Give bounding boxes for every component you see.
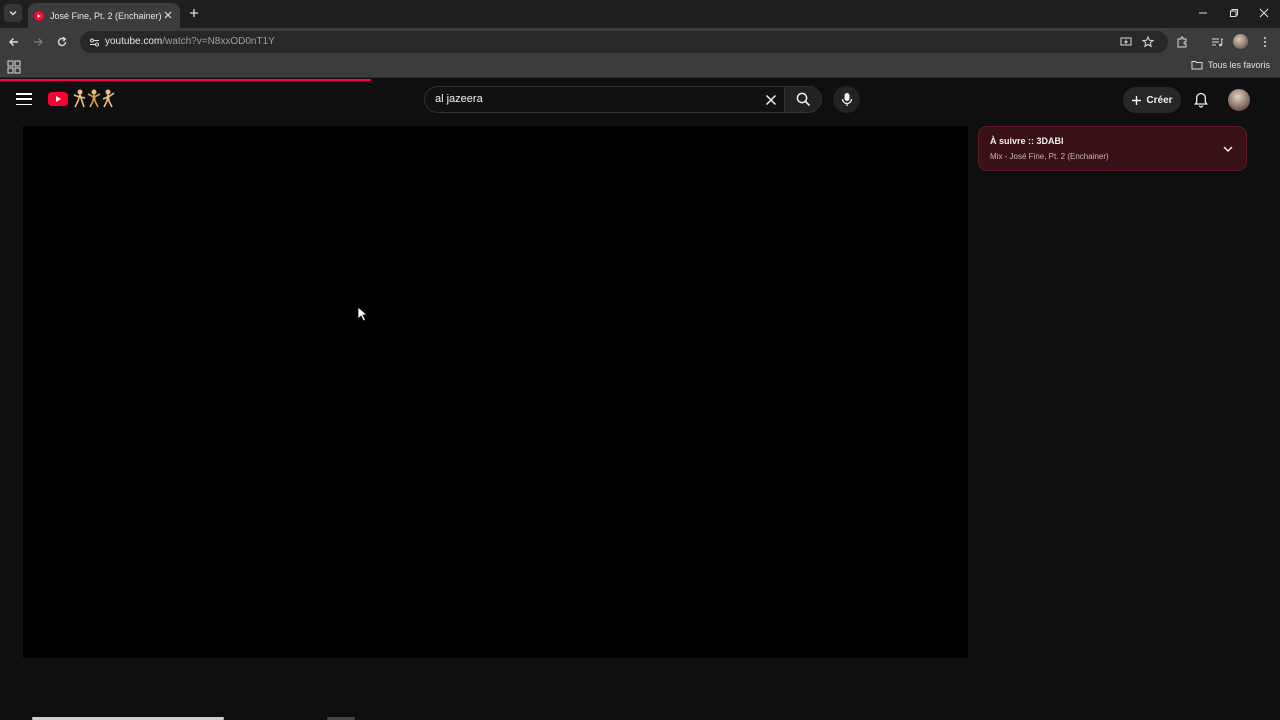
close-icon xyxy=(164,11,172,19)
site-info-button[interactable] xyxy=(86,34,102,50)
youtube-header: Créer xyxy=(0,81,1280,119)
close-icon xyxy=(765,94,777,106)
back-icon xyxy=(9,38,18,46)
minimize-icon xyxy=(1199,12,1207,14)
url-path: /watch?v=N8xxOD0nT1Y xyxy=(162,36,275,47)
up-next-panel[interactable]: À suivre :: 3DABI Mix - José Fine, Pt. 2… xyxy=(978,126,1247,171)
mic-icon xyxy=(841,93,852,106)
youtube-logo-icon[interactable] xyxy=(48,92,68,106)
tab-close-button[interactable] xyxy=(162,9,174,21)
cursor-icon xyxy=(357,306,369,322)
browser-tab-bar: José Fine, Pt. 2 (Enchainer) - YouTube xyxy=(0,0,1280,28)
forward-button[interactable] xyxy=(30,34,46,50)
chrome-menu-button[interactable] xyxy=(1257,34,1273,50)
media-controls-button[interactable] xyxy=(1209,34,1225,50)
tab-list-button[interactable] xyxy=(4,4,22,22)
media-icon xyxy=(1212,38,1223,47)
up-next-subtitle: Mix - José Fine, Pt. 2 (Enchainer) xyxy=(990,152,1109,161)
browser-tab-active[interactable]: José Fine, Pt. 2 (Enchainer) - YouTube xyxy=(28,3,180,28)
search-button[interactable] xyxy=(784,86,822,113)
plus-icon xyxy=(190,9,198,17)
restore-icon xyxy=(1230,9,1238,17)
search-input[interactable] xyxy=(435,93,735,105)
youtube-page: Créer À suivre :: 3DABI Mix - José Fine,… xyxy=(0,79,1280,720)
all-bookmarks-button[interactable]: Tous les favoris xyxy=(1191,60,1270,70)
kebab-menu-icon xyxy=(1264,37,1266,47)
restore-button[interactable] xyxy=(1227,6,1241,20)
up-next-title: À suivre :: 3DABI xyxy=(990,136,1064,146)
chevron-down-icon xyxy=(1223,146,1233,153)
star-icon xyxy=(1142,36,1154,48)
plus-icon xyxy=(1132,95,1142,105)
new-tab-button[interactable] xyxy=(187,6,201,20)
forward-icon xyxy=(34,38,43,46)
url-host: youtube.com xyxy=(105,36,163,47)
address-bar[interactable]: youtube.com/watch?v=N8xxOD0nT1Y xyxy=(80,31,1168,53)
search-box xyxy=(424,86,786,113)
browser-toolbar: youtube.com/watch?v=N8xxOD0nT1Y xyxy=(0,28,1280,56)
reload-icon xyxy=(57,36,67,47)
clear-search-button[interactable] xyxy=(763,92,779,108)
close-icon xyxy=(1259,8,1269,18)
all-bookmarks-label: Tous les favoris xyxy=(1207,60,1270,70)
bookmark-star-button[interactable] xyxy=(1140,34,1156,50)
bell-icon xyxy=(1194,92,1208,108)
minimize-button[interactable] xyxy=(1196,6,1210,20)
youtube-favicon xyxy=(34,10,44,21)
install-icon xyxy=(1120,37,1132,46)
doodle-dancers-icon[interactable] xyxy=(72,88,116,110)
bookmarks-bar: Tous les favoris xyxy=(0,56,1280,78)
avatar[interactable] xyxy=(1228,89,1250,111)
expand-up-next-button[interactable] xyxy=(1220,141,1236,157)
install-app-button[interactable] xyxy=(1118,34,1134,50)
search-icon xyxy=(796,92,810,107)
hamburger-icon[interactable] xyxy=(16,91,32,107)
extensions-icon xyxy=(1177,36,1187,48)
folder-icon xyxy=(1191,61,1203,70)
extensions-button[interactable] xyxy=(1174,34,1190,50)
tab-title: José Fine, Pt. 2 (Enchainer) - YouTube xyxy=(50,10,162,21)
back-button[interactable] xyxy=(6,34,22,50)
reload-button[interactable] xyxy=(54,34,70,50)
url-text: youtube.com/watch?v=N8xxOD0nT1Y xyxy=(105,36,275,47)
apps-icon[interactable] xyxy=(7,60,21,74)
create-button[interactable]: Créer xyxy=(1123,87,1181,113)
site-info-icon xyxy=(89,38,99,46)
notifications-button[interactable] xyxy=(1191,90,1211,110)
tab-list-icon xyxy=(9,11,17,16)
close-window-button[interactable] xyxy=(1257,6,1271,20)
voice-search-button[interactable] xyxy=(833,86,860,113)
browser-profile-avatar[interactable] xyxy=(1233,34,1248,49)
video-player[interactable] xyxy=(23,126,968,658)
create-label: Créer xyxy=(1146,94,1173,106)
